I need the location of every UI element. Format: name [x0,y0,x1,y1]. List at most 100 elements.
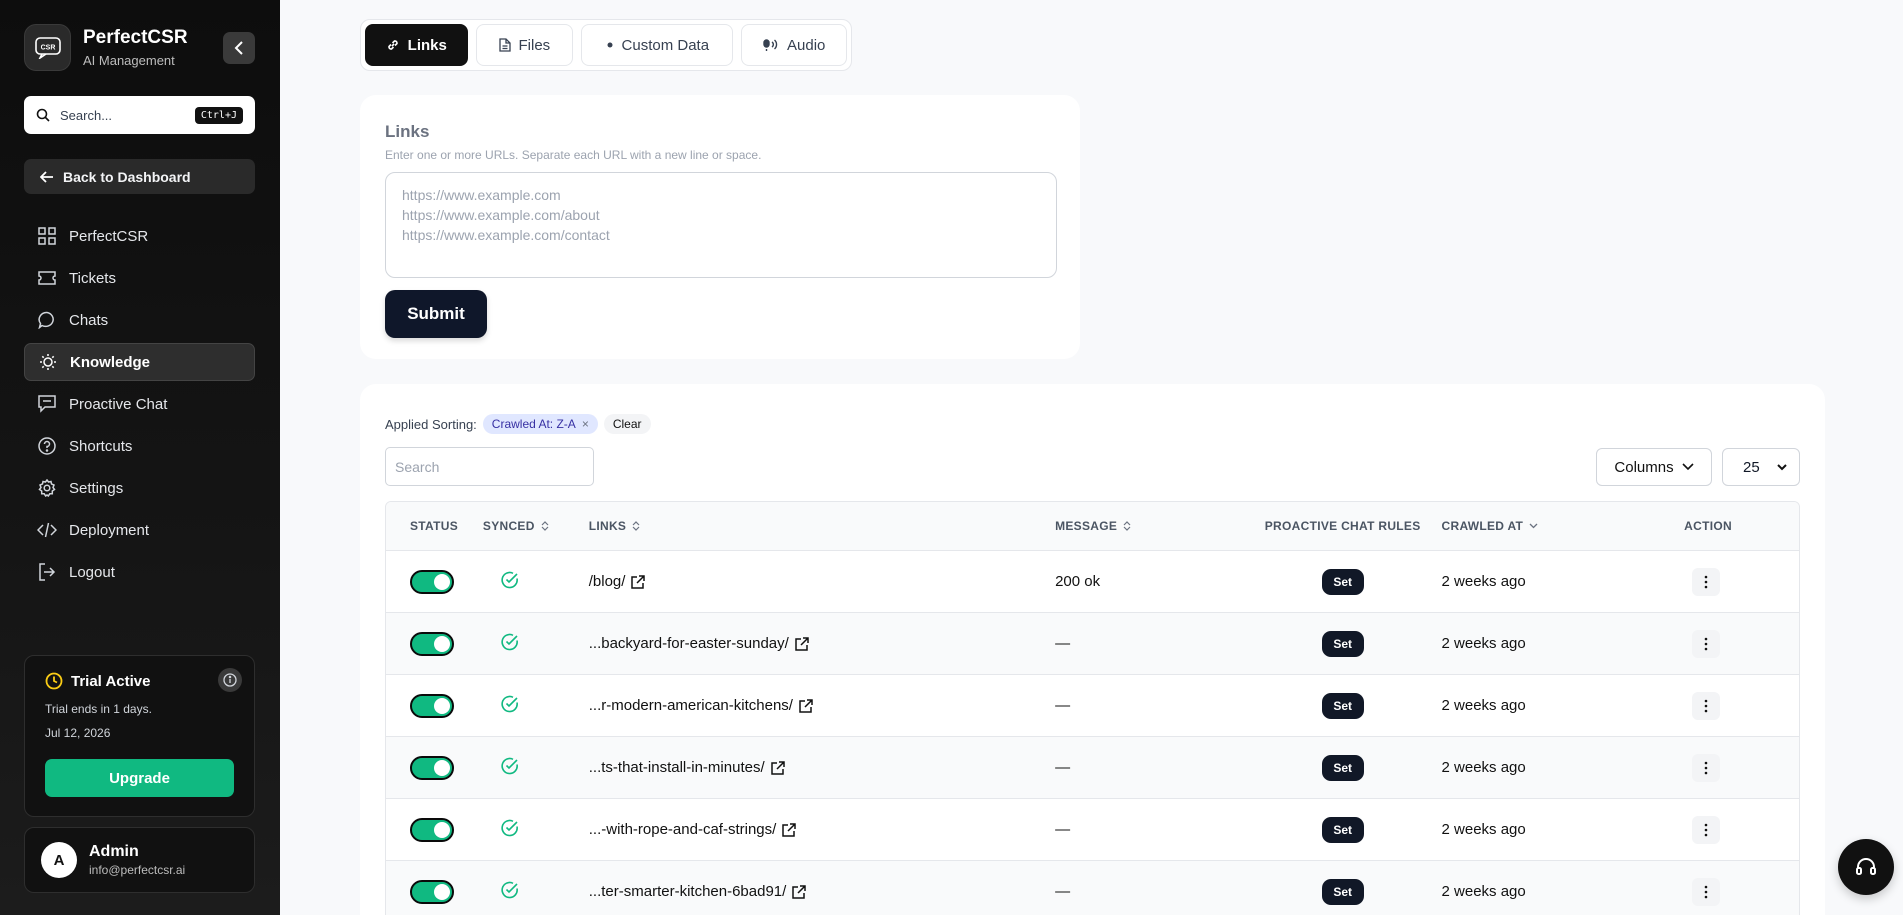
status-toggle[interactable] [410,879,454,904]
sidebar-item-label: Shortcuts [69,437,133,455]
sidebar-item-shortcuts[interactable]: Shortcuts [24,427,255,465]
kebab-menu-icon [1704,637,1708,650]
arrow-left-icon [40,170,53,183]
links-form-card: Links Enter one or more URLs. Separate e… [360,95,1080,359]
sidebar-item-label: Knowledge [70,353,151,371]
header-crawled-at[interactable]: CRAWLED AT [1442,519,1685,533]
tab-audio[interactable]: Audio [741,24,847,66]
sidebar-item-label: Settings [69,479,124,497]
link-icon [387,40,398,50]
crawled-at-cell: 2 weeks ago [1441,697,1526,714]
external-link-icon[interactable] [782,822,797,837]
clock-icon [45,672,63,690]
set-rules-badge[interactable]: Set [1321,754,1364,781]
trial-header: Trial Active [45,672,234,690]
search-shortcut: Ctrl+J [194,106,243,124]
external-link-icon[interactable] [799,698,813,713]
link-cell[interactable]: /blog/ [589,573,1055,590]
kebab-menu-icon [1704,885,1708,898]
brand-name: PerfectCSR [83,27,188,48]
link-cell[interactable]: ...-with-rope-and-caf-strings/ [589,821,1055,838]
kebab-menu-icon [1704,823,1708,836]
external-link-icon[interactable] [770,760,785,775]
search-placeholder: Search... [60,107,113,123]
message-cell: — [1055,635,1071,652]
set-rules-badge[interactable]: Set [1321,630,1364,657]
audio-icon [763,39,778,51]
per-page-select[interactable]: 25 [1722,448,1800,486]
set-rules-badge[interactable]: Set [1321,816,1364,843]
external-link-icon[interactable] [631,574,646,589]
info-icon[interactable] [218,668,242,692]
more-options-button[interactable] [1692,567,1721,596]
user-name: Admin [89,843,139,860]
close-icon[interactable]: × [582,417,589,431]
message-square-icon [37,394,57,414]
set-rules-badge[interactable]: Set [1321,568,1364,595]
sidebar-item-tickets[interactable]: Tickets [24,259,255,297]
tab-label: Files [518,36,551,54]
table-row: ...-with-rope-and-caf-strings/ — Set 2 w… [386,799,1799,861]
submit-button[interactable]: Submit [385,290,487,338]
sidebar-item-proactive-chat[interactable]: Proactive Chat [24,385,255,423]
per-page-value: 25 [1743,458,1760,476]
table-search-input[interactable]: Search [385,447,594,486]
link-cell[interactable]: ...backyard-for-easter-sunday/ [589,635,1055,652]
status-toggle[interactable] [410,817,454,842]
more-options-button[interactable] [1692,753,1721,782]
back-to-dashboard-button[interactable]: Back to Dashboard [24,159,255,194]
sidebar-item-label: Tickets [69,269,116,287]
tab-links[interactable]: Links [365,24,468,66]
more-options-button[interactable] [1692,691,1721,720]
sidebar-item-knowledge[interactable]: Knowledge [24,343,255,381]
svg-text:CSR: CSR [40,44,55,51]
more-options-button[interactable] [1692,629,1721,658]
status-toggle[interactable] [410,569,454,594]
header-message[interactable]: MESSAGE [1055,519,1244,533]
kebab-menu-icon [1704,761,1708,774]
links-textarea[interactable]: https://www.example.com https://www.exam… [385,172,1057,278]
chevron-left-icon [234,41,243,55]
header-links[interactable]: LINKS [589,519,1055,533]
status-toggle[interactable] [410,693,454,718]
ticket-icon [37,268,57,288]
logout-icon [37,562,57,582]
sidebar-item-logout[interactable]: Logout [24,553,255,591]
link-cell[interactable]: ...r-modern-american-kitchens/ [589,697,1055,714]
collapse-sidebar-button[interactable] [223,32,255,64]
table-row: ...ts-that-install-in-minutes/ — Set 2 w… [386,737,1799,799]
sidebar-item-deployment[interactable]: Deployment [24,511,255,549]
link-cell[interactable]: ...ts-that-install-in-minutes/ [589,759,1055,776]
sidebar-search[interactable]: Search... Ctrl+J [24,96,255,134]
set-rules-badge[interactable]: Set [1321,692,1364,719]
sidebar-item-chats[interactable]: Chats [24,301,255,339]
columns-button[interactable]: Columns [1596,448,1712,486]
external-link-icon[interactable] [795,636,809,651]
brand: CSR PerfectCSR AI Management [24,24,188,71]
tab-custom-data[interactable]: Custom Data [581,24,734,66]
support-chat-button[interactable] [1838,839,1894,895]
sidebar-item-perfectcsr[interactable]: PerfectCSR [24,217,255,255]
tab-label: Links [407,36,447,54]
more-options-button[interactable] [1692,877,1721,906]
sort-chip[interactable]: Crawled At: Z-A × [482,414,598,434]
header-synced[interactable]: SYNCED [483,519,589,533]
status-toggle[interactable] [410,631,454,656]
clear-sorting-button[interactable]: Clear [603,414,651,434]
upgrade-button[interactable]: Upgrade [45,759,234,797]
status-toggle[interactable] [410,755,454,780]
external-link-icon[interactable] [792,884,807,899]
tab-files[interactable]: Files [475,24,574,66]
sidebar-item-settings[interactable]: Settings [24,469,255,507]
link-text: ...-with-rope-and-caf-strings/ [588,821,777,838]
back-to-dashboard-label: Back to Dashboard [63,168,191,185]
more-options-button[interactable] [1692,815,1721,844]
sort-icon [541,521,549,531]
kebab-menu-icon [1704,575,1708,588]
dot-icon [607,42,613,48]
set-rules-badge[interactable]: Set [1321,878,1364,905]
user-card[interactable]: A Admin info@perfectcsr.ai [24,827,255,893]
link-cell[interactable]: ...ter-smarter-kitchen-6bad91/ [589,883,1055,900]
sidebar-nav: PerfectCSR Tickets Chats Knowledge Proac… [24,217,255,595]
table-row: ...r-modern-american-kitchens/ — Set 2 w… [386,675,1799,737]
